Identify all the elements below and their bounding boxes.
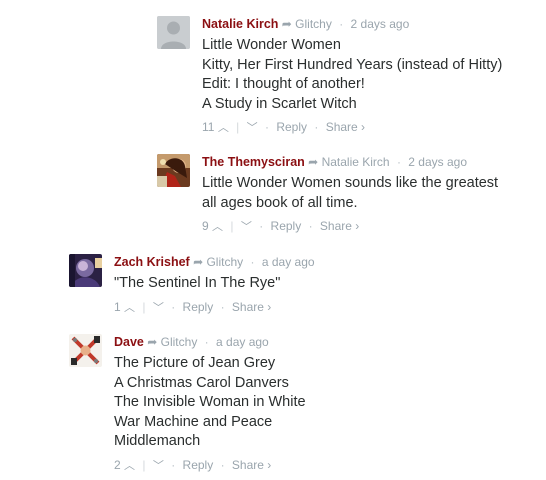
share-button[interactable]: Share › bbox=[232, 300, 271, 314]
comment-line: Little Wonder Women sounds like the grea… bbox=[202, 175, 499, 191]
reply-button[interactable]: Reply bbox=[276, 120, 307, 134]
in-reply-to[interactable]: Glitchy bbox=[161, 335, 198, 349]
share-button[interactable]: Share › bbox=[326, 120, 365, 134]
upvote-icon[interactable]: ︿ bbox=[212, 219, 223, 235]
comment-line: "The Sentinel In The Rye" bbox=[114, 275, 281, 291]
upvote-icon[interactable]: ︿ bbox=[124, 300, 135, 316]
vote-count: 1 bbox=[114, 299, 121, 314]
comment-line: Middlemanch bbox=[114, 433, 201, 449]
reply-arrow-icon: ➦ bbox=[147, 335, 158, 349]
comment-line: War Machine and Peace bbox=[114, 413, 273, 430]
comment: Natalie Kirch ➦ Glitchy · 2 days ago Lit… bbox=[157, 16, 542, 134]
avatar[interactable] bbox=[69, 334, 102, 367]
author-name[interactable]: Dave bbox=[114, 335, 144, 349]
separator-dot: · bbox=[250, 255, 255, 269]
share-button[interactable]: Share › bbox=[320, 219, 359, 233]
vote-count: 2 bbox=[114, 457, 121, 472]
vote-divider: | bbox=[230, 219, 234, 233]
comment-line: Little Wonder Women bbox=[202, 37, 341, 53]
comment-header: Natalie Kirch ➦ Glitchy · 2 days ago bbox=[202, 16, 542, 32]
comment-footer: 9 ︿ | ﹀ · Reply · Share › bbox=[202, 218, 542, 235]
comment-text: Little Wonder Women Kitty, Her First Hun… bbox=[202, 36, 542, 114]
comment: Zach Krishef ➦ Glitchy · a day ago "The … bbox=[69, 254, 542, 314]
comment-header: Zach Krishef ➦ Glitchy · a day ago bbox=[114, 254, 534, 270]
user-photo-avatar-icon bbox=[69, 334, 102, 367]
upvote-icon[interactable]: ︿ bbox=[218, 120, 229, 136]
user-photo-avatar-icon bbox=[69, 254, 102, 287]
comment-line: Kitty, Her First Hundred Years (instead … bbox=[202, 56, 503, 73]
separator-dot: · bbox=[314, 120, 319, 134]
vote-count: 11 bbox=[202, 120, 215, 134]
upvote-icon[interactable]: ︿ bbox=[124, 458, 135, 474]
reply-button[interactable]: Reply bbox=[183, 458, 214, 472]
in-reply-to[interactable]: Glitchy bbox=[206, 255, 243, 269]
comment-text: "The Sentinel In The Rye" bbox=[114, 274, 534, 294]
comment: Dave ➦ Glitchy · a day ago The Picture o… bbox=[69, 334, 542, 474]
vote-divider: | bbox=[236, 120, 240, 134]
timestamp[interactable]: a day ago bbox=[216, 335, 269, 349]
reply-arrow-icon: ➦ bbox=[308, 155, 319, 169]
timestamp[interactable]: 2 days ago bbox=[351, 17, 410, 31]
separator-dot: · bbox=[308, 219, 313, 233]
comment-header: The Themysciran ➦ Natalie Kirch · 2 days… bbox=[202, 154, 542, 170]
default-user-avatar-icon bbox=[157, 16, 190, 49]
reply-button[interactable]: Reply bbox=[183, 300, 214, 314]
comment: The Themysciran ➦ Natalie Kirch · 2 days… bbox=[157, 154, 542, 234]
author-name[interactable]: Zach Krishef bbox=[114, 255, 190, 269]
author-name[interactable]: The Themysciran bbox=[202, 155, 305, 169]
comment-footer: 11 ︿ | ﹀ · Reply · Share › bbox=[202, 119, 542, 136]
comment-footer: 2 ︿ | ﹀ · Reply · Share › bbox=[114, 457, 534, 474]
avatar[interactable] bbox=[69, 254, 102, 287]
downvote-icon[interactable]: ﹀ bbox=[153, 458, 164, 474]
avatar[interactable] bbox=[157, 16, 190, 49]
user-photo-avatar-icon bbox=[157, 154, 190, 187]
separator-dot: · bbox=[259, 219, 264, 233]
separator-dot: · bbox=[339, 17, 344, 31]
vote-divider: | bbox=[142, 457, 146, 472]
reply-arrow-icon: ➦ bbox=[281, 17, 292, 31]
reply-arrow-icon: ➦ bbox=[193, 255, 204, 269]
comment-line: The Picture of Jean Grey bbox=[114, 355, 276, 371]
separator-dot: · bbox=[264, 120, 269, 134]
comment-line: Edit: I thought of another! bbox=[202, 76, 365, 92]
separator-dot: · bbox=[171, 457, 176, 472]
share-button[interactable]: Share › bbox=[232, 458, 271, 472]
separator-dot: · bbox=[171, 299, 176, 314]
comment-line: A Study in Scarlet Witch bbox=[202, 95, 357, 112]
separator-dot: · bbox=[396, 155, 401, 169]
in-reply-to[interactable]: Glitchy bbox=[295, 17, 332, 31]
comment-line: A Christmas Carol Danvers bbox=[114, 374, 289, 391]
timestamp[interactable]: 2 days ago bbox=[408, 155, 467, 169]
avatar[interactable] bbox=[157, 154, 190, 187]
separator-dot: · bbox=[220, 457, 225, 472]
comment-header: Dave ➦ Glitchy · a day ago bbox=[114, 334, 534, 350]
vote-count: 9 bbox=[202, 219, 209, 233]
downvote-icon[interactable]: ﹀ bbox=[241, 219, 252, 235]
in-reply-to[interactable]: Natalie Kirch bbox=[322, 155, 390, 169]
comment-line: The Invisible Woman in White bbox=[114, 394, 306, 410]
vote-divider: | bbox=[142, 299, 146, 314]
separator-dot: · bbox=[220, 299, 225, 314]
comment-text: The Picture of Jean Grey A Christmas Car… bbox=[114, 354, 534, 452]
comment-line: all ages book of all time. bbox=[202, 194, 358, 211]
downvote-icon[interactable]: ﹀ bbox=[247, 120, 258, 136]
reply-button[interactable]: Reply bbox=[271, 219, 302, 233]
timestamp[interactable]: a day ago bbox=[262, 255, 315, 269]
downvote-icon[interactable]: ﹀ bbox=[153, 300, 164, 316]
comment-text: Little Wonder Women sounds like the grea… bbox=[202, 174, 542, 213]
comment-footer: 1 ︿ | ﹀ · Reply · Share › bbox=[114, 299, 534, 316]
author-name[interactable]: Natalie Kirch bbox=[202, 17, 278, 31]
separator-dot: · bbox=[204, 335, 209, 349]
